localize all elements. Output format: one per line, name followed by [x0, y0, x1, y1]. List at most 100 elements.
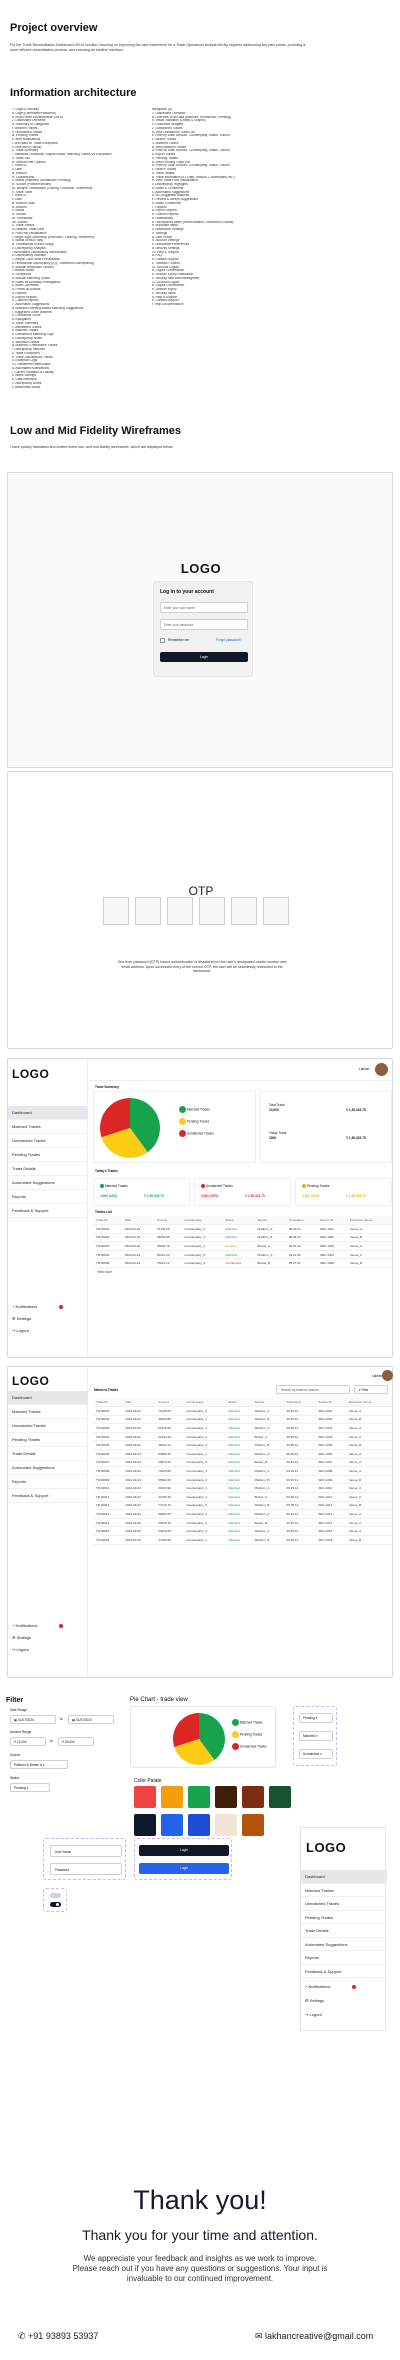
- status-option-pending[interactable]: Pending ▾: [299, 1713, 333, 1723]
- sidebar-item-trade-details[interactable]: Trade Details: [8, 1162, 88, 1176]
- sidebar-item-dashboard[interactable]: Dashboard: [8, 1106, 88, 1120]
- otp-digit-4[interactable]: [199, 897, 225, 925]
- column-header[interactable]: Status: [226, 1398, 253, 1408]
- table-row[interactable]: TR-00003 2024-09-22 50930.75 Counterparty_3…: [94, 1241, 392, 1251]
- phone-contact[interactable]: ✆ +91 93893 53937: [18, 2331, 98, 2342]
- otp-digit-2[interactable]: [135, 897, 161, 925]
- sidebar-item-settings[interactable]: ⚙ Settings: [301, 1994, 387, 2008]
- sidebar-item-pending-trades[interactable]: Pending Trades: [8, 1433, 88, 1447]
- sidebar-item-reports[interactable]: Reports: [301, 1951, 387, 1965]
- table-row[interactable]: TR-00015 2024-09-25 62810.55 Counterparty_4…: [94, 1526, 392, 1536]
- trade-card[interactable]: Matched Trades 4,000 (40%) ₹ 1,50,323.75: [93, 1178, 190, 1206]
- column-header[interactable]: Execution Venue: [347, 1216, 392, 1226]
- sidebar-item-notifications[interactable]: ◔ Notifications: [301, 1980, 387, 1994]
- date-to-input[interactable]: ▦ 01/07/2024: [68, 1715, 114, 1724]
- otp-digit-3[interactable]: [167, 897, 193, 925]
- user-name-input[interactable]: User Name: [50, 1845, 122, 1857]
- avatar[interactable]: [375, 1063, 388, 1076]
- amount-to-input[interactable]: ₹ 50,000: [58, 1737, 94, 1746]
- column-header[interactable]: Counterparty: [184, 1398, 227, 1408]
- otp-digit-5[interactable]: [231, 897, 257, 925]
- sidebar-item-trade-details[interactable]: Trade Details: [8, 1447, 88, 1461]
- remember-checkbox[interactable]: [160, 638, 165, 643]
- username-input[interactable]: Enter your user name: [160, 602, 248, 613]
- table-row[interactable]: TR-00004 2024-09-22 61230.40 Counterparty_2…: [94, 1432, 392, 1442]
- sidebar-item-logout[interactable]: ↪ Logout: [8, 1325, 88, 1337]
- column-header[interactable]: Source: [255, 1216, 287, 1226]
- source-select[interactable]: Platform & Broker A ▾: [10, 1760, 68, 1769]
- sidebar-item-trade-details[interactable]: Trade Details: [301, 1924, 387, 1938]
- trade-card[interactable]: Unmatched Trades 3,000 (30%) ₹ 1,50,323.75: [194, 1178, 291, 1206]
- table-row[interactable]: TR-00011 2024-09-24 41780.35 Counterparty_1…: [94, 1492, 392, 1502]
- filter-button[interactable]: ▾ Filter: [354, 1385, 388, 1394]
- sidebar-item-matched-trades[interactable]: Matched Trades: [301, 1884, 387, 1897]
- toggle-off[interactable]: [50, 1893, 61, 1898]
- sidebar-item-settings[interactable]: ⚙ Settings: [8, 1632, 88, 1644]
- forgot-password-link[interactable]: Forgot password?: [216, 638, 242, 642]
- amount-from-input[interactable]: ₹ 10,000: [10, 1737, 46, 1746]
- table-row[interactable]: TR-00013 2024-09-24 38990.05 Counterparty_3…: [94, 1509, 392, 1519]
- table-row[interactable]: TR-00012 2024-09-24 77215.70 Counterparty_5…: [94, 1501, 392, 1511]
- sidebar-item-reports[interactable]: Reports: [8, 1190, 88, 1204]
- sidebar-item-matched-trades[interactable]: Matched Trades: [8, 1120, 88, 1134]
- sidebar-item-feedback-support[interactable]: Feedback & Support: [301, 1965, 387, 1978]
- login-button[interactable]: Login: [160, 652, 248, 662]
- sidebar-item-unmatched-trades[interactable]: Unmatched Trades: [8, 1419, 88, 1433]
- sidebar-item-settings[interactable]: ⚙ Settings: [8, 1313, 88, 1325]
- sidebar-item-automated-suggestions[interactable]: Automated Suggestions: [301, 1938, 387, 1951]
- password-input[interactable]: Password: [50, 1863, 122, 1875]
- sidebar-item-notifications[interactable]: ◔ Notifications: [8, 1301, 88, 1313]
- date-from-input[interactable]: ▦ 01/07/2024: [10, 1715, 56, 1724]
- sidebar-item-pending-trades[interactable]: Pending Trades: [301, 1911, 387, 1924]
- table-row[interactable]: TR-00007 2024-09-23 29870.60 Counterparty_5…: [94, 1458, 392, 1468]
- email-contact[interactable]: ✉ lakhancreative@gmail.com: [255, 2331, 373, 2342]
- otp-digit-6[interactable]: [263, 897, 289, 925]
- password-input[interactable]: Enter your password: [160, 619, 248, 630]
- sidebar-item-logout[interactable]: ↪ Logout: [301, 2008, 387, 2022]
- table-row[interactable]: TR-00003 2024-09-22 52145.90 Counterparty_3…: [94, 1423, 392, 1433]
- sidebar-item-automated-suggestions[interactable]: Automated Suggestions: [8, 1461, 88, 1475]
- sidebar-item-feedback-support[interactable]: Feedback & Support: [8, 1489, 88, 1503]
- column-header[interactable]: Status: [223, 1216, 256, 1226]
- sidebar-item-reports[interactable]: Reports: [8, 1475, 88, 1489]
- column-header[interactable]: Source ID: [316, 1398, 347, 1408]
- column-header[interactable]: Date: [123, 1398, 157, 1408]
- otp-digit-1[interactable]: [103, 897, 129, 925]
- table-row[interactable]: TR-00004 2024-09-23 81210.20 Counterparty_2…: [94, 1250, 392, 1260]
- status-option-unmatched[interactable]: Unmatched ▾: [299, 1749, 333, 1759]
- search-input[interactable]: Search by trade or amount: [276, 1385, 350, 1394]
- column-header[interactable]: Timestamp: [286, 1216, 318, 1226]
- sidebar-item-pending-trades[interactable]: Pending Trades: [8, 1148, 88, 1162]
- sidebar-item-dashboard[interactable]: Dashboard: [8, 1391, 88, 1405]
- table-row[interactable]: TR-00002 2024-09-22 39032.85 Counterparty_1…: [94, 1415, 392, 1425]
- table-row[interactable]: TR-00010 2024-09-24 66430.90 Counterparty_4…: [94, 1483, 392, 1494]
- column-header[interactable]: Date: [122, 1216, 155, 1226]
- sidebar-item-dashboard[interactable]: Dashboard: [301, 1870, 387, 1884]
- sidebar-item-feedback-support[interactable]: Feedback & Support: [8, 1204, 88, 1218]
- toggle-on[interactable]: [50, 1902, 61, 1907]
- trade-card[interactable]: Pending Trades 3,000 (30%) ₹ 1,50,323.75: [295, 1178, 392, 1206]
- table-row[interactable]: TR-00001 2024-09-22 72145.05 Counterparty_2…: [94, 1406, 392, 1416]
- sidebar-item-unmatched-trades[interactable]: Unmatched Trades: [8, 1134, 88, 1148]
- sidebar-item-unmatched-trades[interactable]: Unmatched Trades: [301, 1897, 387, 1911]
- table-row[interactable]: TR-00005 2024-09-23 75612.12 Counterparty_4…: [94, 1258, 392, 1269]
- column-header[interactable]: Trade ID: [94, 1398, 124, 1408]
- sidebar-item-notifications[interactable]: ◔ Notifications: [8, 1620, 88, 1632]
- status-select[interactable]: Pending ▾: [10, 1783, 50, 1792]
- column-header[interactable]: Timestamp: [284, 1398, 317, 1408]
- view-more-link[interactable]: View more: [97, 1270, 112, 1274]
- avatar[interactable]: [382, 1370, 393, 1381]
- table-row[interactable]: TR-00002 2024-09-22 39032.85 Counterparty_1…: [94, 1233, 392, 1243]
- column-header[interactable]: Trade ID: [94, 1216, 123, 1226]
- sidebar-item-logout[interactable]: ↪ Logout: [8, 1644, 88, 1656]
- sidebar-item-automated-suggestions[interactable]: Automated Suggestions: [8, 1176, 88, 1190]
- status-option-matched[interactable]: Matched ▾: [299, 1731, 333, 1741]
- table-row[interactable]: TR-00009 2024-09-23 55620.15 Counterparty_2…: [94, 1475, 392, 1485]
- column-header[interactable]: Counterparty: [182, 1216, 224, 1226]
- column-header[interactable]: Amount: [156, 1398, 185, 1408]
- column-header[interactable]: Execution Venue: [346, 1398, 392, 1408]
- login-button-blue[interactable]: Login: [139, 1863, 229, 1874]
- column-header[interactable]: Amount: [154, 1216, 183, 1226]
- table-row[interactable]: TR-00006 2024-09-23 83550.25 Counterparty_1…: [94, 1449, 392, 1459]
- table-row[interactable]: TR-00008 2024-09-23 70125.80 Counterparty_3…: [94, 1466, 392, 1476]
